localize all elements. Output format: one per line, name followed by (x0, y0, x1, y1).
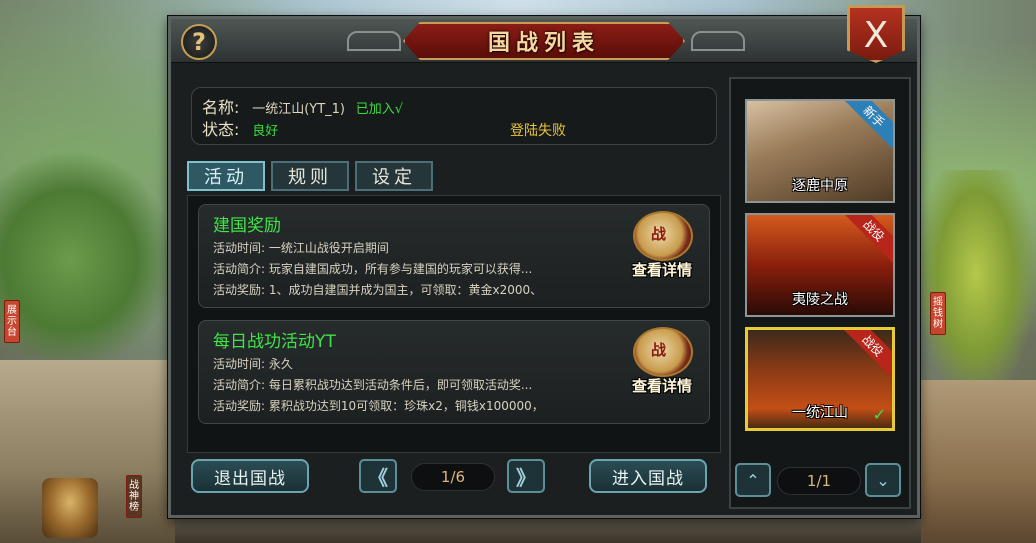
activity-summary: 活动简介: 玩家自建国成功，所有参与建国的玩家可以获得... (213, 262, 533, 276)
enter-war-button[interactable]: 进入国战 (589, 459, 707, 493)
battle-list-panel: 新手 逐鹿中原 战役 夷陵之战 战役 一统江山 ✓ ⌃ 1/1 ⌄ (729, 77, 911, 509)
scroll-icon-char: 战 (651, 341, 667, 359)
activity-title: 每日战功活动YT (213, 332, 336, 352)
view-details-button[interactable]: 战 查看详情 (619, 327, 705, 403)
battle-name: 一统江山 (792, 405, 848, 421)
activity-time: 活动时间: 永久 (213, 357, 293, 371)
scroll-icon: 战 (633, 211, 693, 261)
activity-list[interactable]: 建国奖励 活动时间: 一统江山战役开启期间 活动简介: 玩家自建国成功，所有参与… (187, 195, 721, 453)
activity-card: 建国奖励 活动时间: 一统江山战役开启期间 活动简介: 玩家自建国成功，所有参与… (198, 204, 710, 308)
battle-thumb-zhulu[interactable]: 新手 逐鹿中原 (745, 99, 895, 203)
activity-title: 建国奖励 (213, 216, 281, 236)
login-fail-message: 登陆失败 (510, 123, 566, 139)
view-details-label: 查看详情 (631, 261, 692, 279)
money-tree-sign[interactable]: 摇钱树 (930, 292, 946, 335)
check-icon: ✓ (872, 405, 886, 424)
server-name-row: 名称: 一统江山(YT_1) 已加入√ (202, 94, 403, 118)
tab-rules[interactable]: 规则 (271, 161, 349, 191)
scroll-icon-char: 战 (651, 225, 667, 243)
title-plate: 国战列表 (403, 22, 685, 60)
battle-page-indicator: 1/1 (777, 467, 861, 495)
name-label: 名称: (202, 98, 240, 117)
exit-war-button[interactable]: 退出国战 (191, 459, 309, 493)
joined-status: 已加入√ (355, 102, 404, 117)
prev-page-button[interactable]: 《 (359, 459, 397, 493)
scroll-icon: 战 (633, 327, 693, 377)
title-ornament-right (691, 31, 745, 51)
activity-reward: 活动奖励: 累积战功达到10可领取：珍珠x2，铜钱x100000， (213, 399, 544, 413)
battle-name: 逐鹿中原 (792, 178, 848, 194)
war-god-ranking-sign[interactable]: 战神榜 (126, 475, 142, 518)
help-button[interactable]: ? (181, 24, 217, 60)
title-ornament-left (347, 31, 401, 51)
view-details-button[interactable]: 战 查看详情 (619, 211, 705, 287)
tab-bar: 活动 规则 设定 (187, 161, 433, 191)
dialog-title: 国战列表 (487, 30, 600, 56)
status-value: 良好 (252, 124, 279, 139)
campaign-badge: 战役 (841, 330, 892, 377)
cauldron-icon[interactable] (42, 478, 98, 538)
tree-right (916, 170, 1036, 400)
server-status-row: 状态: 良好 (202, 116, 278, 140)
tab-settings[interactable]: 设定 (355, 161, 433, 191)
rock-right (916, 380, 1036, 543)
page-indicator: 1/6 (411, 463, 495, 491)
campaign-badge: 战役 (842, 215, 893, 262)
title-bar: ? 国战列表 (171, 19, 917, 63)
tab-activities[interactable]: 活动 (187, 161, 265, 191)
status-label: 状态: (202, 120, 240, 139)
activity-reward: 活动奖励: 1、成功自建国并成为国主，可领取：黄金x2000、 (213, 283, 543, 297)
new-player-badge: 新手 (842, 101, 893, 148)
battle-thumb-yiling[interactable]: 战役 夷陵之战 (745, 213, 895, 317)
tree-left (0, 150, 175, 370)
nation-war-list-dialog: ? 国战列表 X 名称: 一统江山(YT_1) 已加入√ 状态: 良好 登陆失败… (168, 5, 920, 518)
scroll-down-button[interactable]: ⌄ (865, 463, 901, 497)
scroll-up-button[interactable]: ⌃ (735, 463, 771, 497)
server-name: 一统江山(YT_1) (252, 102, 345, 117)
battle-thumb-yitong[interactable]: 战役 一统江山 ✓ (745, 327, 895, 431)
server-info-panel: 名称: 一统江山(YT_1) 已加入√ 状态: 良好 登陆失败 (191, 87, 717, 145)
activity-summary: 活动简介: 每日累积战功达到活动条件后，即可领取活动奖... (213, 378, 533, 392)
battle-name: 夷陵之战 (792, 292, 848, 308)
activity-card: 每日战功活动YT 活动时间: 永久 活动简介: 每日累积战功达到活动条件后，即可… (198, 320, 710, 424)
view-details-label: 查看详情 (631, 377, 692, 395)
next-page-button[interactable]: 》 (507, 459, 545, 493)
display-stand-sign[interactable]: 展示台 (4, 300, 20, 343)
activity-time: 活动时间: 一统江山战役开启期间 (213, 241, 389, 255)
